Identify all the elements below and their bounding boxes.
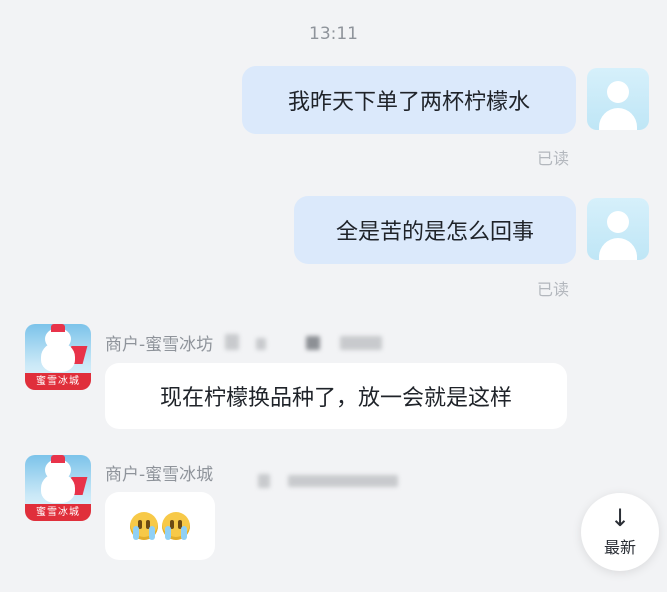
user-avatar-icon[interactable] <box>587 198 649 260</box>
user-avatar-icon[interactable] <box>587 68 649 130</box>
crying-face-icon <box>130 512 158 540</box>
read-receipt: 已读 <box>537 149 570 168</box>
outgoing-message-text: 我昨天下单了两杯柠檬水 <box>287 90 530 115</box>
read-receipt: 已读 <box>537 280 570 299</box>
redacted-block <box>288 475 398 487</box>
merchant-avatar-icon[interactable]: 蜜雪冰城 <box>25 455 91 521</box>
sender-name: 商户-蜜雪冰城 <box>105 465 214 485</box>
outgoing-message-1[interactable]: 我昨天下单了两杯柠檬水 <box>242 66 576 134</box>
incoming-message-1[interactable]: 现在柠檬换品种了，放一会就是这样 <box>105 363 567 429</box>
incoming-message-2[interactable] <box>105 492 215 560</box>
incoming-message-text: 现在柠檬换品种了，放一会就是这样 <box>159 386 512 411</box>
outgoing-message-2[interactable]: 全是苦的是怎么回事 <box>294 196 576 264</box>
timestamp: 13:11 <box>309 24 358 44</box>
redacted-block <box>258 474 270 488</box>
merchant-logo-text: 蜜雪冰城 <box>25 373 91 390</box>
newest-button[interactable]: ↓ 最新 <box>581 493 659 571</box>
merchant-avatar-icon[interactable]: 蜜雪冰城 <box>25 324 91 390</box>
redacted-block <box>225 334 239 350</box>
redacted-block <box>340 336 382 350</box>
merchant-logo-text: 蜜雪冰城 <box>25 504 91 521</box>
down-arrow-icon: ↓ <box>609 504 631 532</box>
crying-face-icon <box>162 512 190 540</box>
outgoing-message-text: 全是苦的是怎么回事 <box>335 220 534 245</box>
sender-name: 商户-蜜雪冰坊 <box>105 335 214 355</box>
redacted-block <box>256 338 266 350</box>
redacted-block <box>306 336 320 350</box>
newest-button-label: 最新 <box>603 538 636 557</box>
